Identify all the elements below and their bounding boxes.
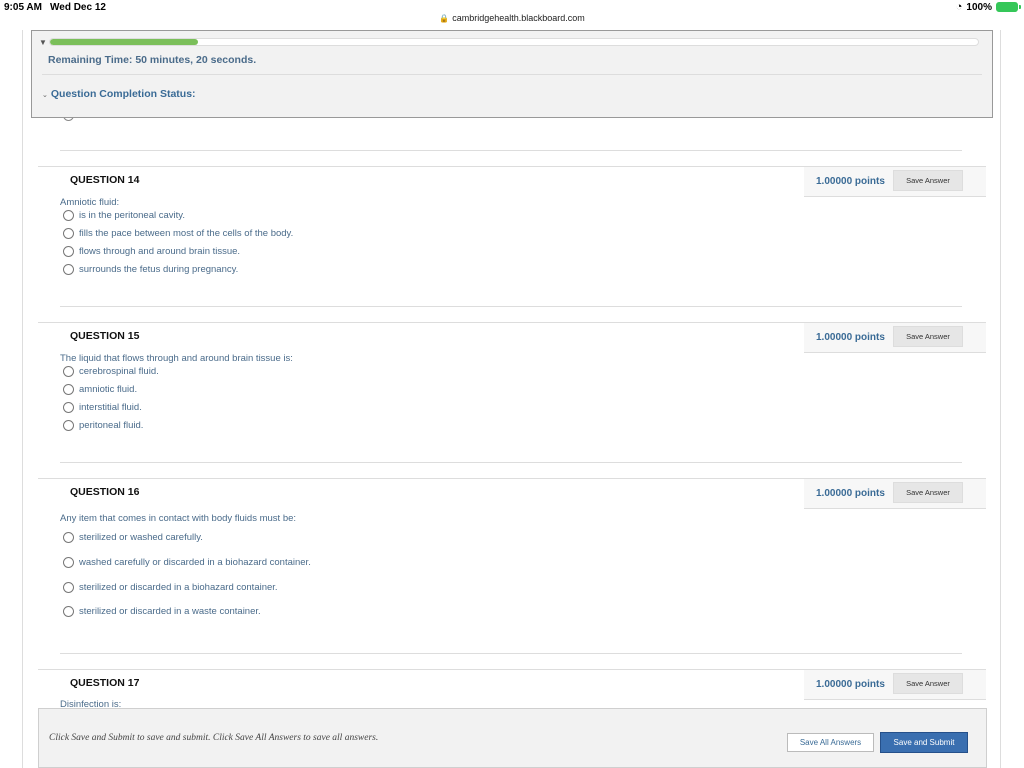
answer-label[interactable]: amniotic fluid. xyxy=(79,384,137,395)
answer-choice[interactable]: sterilized or discarded in a biohazard c… xyxy=(63,582,278,593)
answer-choice[interactable]: interstitial fluid. xyxy=(63,402,142,413)
question-text: Amniotic fluid: xyxy=(60,197,120,208)
remaining-time: Remaining Time: 50 minutes, 20 seconds. xyxy=(48,54,256,66)
wifi-icon: ◔ xyxy=(955,1,963,13)
answer-label[interactable]: interstitial fluid. xyxy=(79,402,142,413)
question-text: The liquid that flows through and around… xyxy=(60,353,293,364)
question-header: QUESTION 15 1.00000 points Save Answer xyxy=(38,322,986,353)
answer-choice[interactable]: flows through and around brain tissue. xyxy=(63,246,240,257)
question-completion-status-toggle[interactable]: ⌄ Question Completion Status: xyxy=(42,88,196,100)
answer-label[interactable]: washed carefully or discarded in a bioha… xyxy=(79,557,311,568)
question-points: 1.00000 points xyxy=(816,176,885,187)
timer-panel: ▼ Remaining Time: 50 minutes, 20 seconds… xyxy=(31,30,993,118)
time-progress-bar xyxy=(49,38,979,46)
answer-choice[interactable]: sterilized or washed carefully. xyxy=(63,532,203,543)
question-header: QUESTION 17 1.00000 points Save Answer xyxy=(38,669,986,700)
save-and-submit-button[interactable]: Save and Submit xyxy=(880,732,968,753)
status-bar: 9:05 AM Wed Dec 12 ◔ 100% xyxy=(0,0,1024,14)
question-title: QUESTION 14 xyxy=(70,174,140,186)
answer-label[interactable]: surrounds the fetus during pregnancy. xyxy=(79,264,238,275)
completion-status-label: Question Completion Status: xyxy=(50,88,196,100)
panel-divider xyxy=(42,74,982,75)
question-text: Any item that comes in contact with body… xyxy=(60,513,297,524)
answer-choice[interactable]: fills the pace between most of the cells… xyxy=(63,228,293,239)
clock-date: Wed Dec 12 xyxy=(50,2,106,13)
separator xyxy=(60,462,962,463)
radio-button[interactable] xyxy=(63,210,74,221)
answer-label[interactable]: sterilized or discarded in a biohazard c… xyxy=(79,582,278,593)
address-bar[interactable]: 🔒 cambridgehealth.blackboard.com xyxy=(0,13,1024,29)
question-title: QUESTION 15 xyxy=(70,330,140,342)
lock-icon: 🔒 xyxy=(439,14,450,23)
answer-label[interactable]: sterilized or discarded in a waste conta… xyxy=(79,606,261,617)
save-all-answers-button[interactable]: Save All Answers xyxy=(787,733,874,752)
question-block-15: QUESTION 15 1.00000 points Save Answer T… xyxy=(38,322,986,462)
radio-button[interactable] xyxy=(63,606,74,617)
save-answer-button[interactable]: Save Answer xyxy=(893,170,963,191)
radio-button[interactable] xyxy=(63,532,74,543)
radio-button[interactable] xyxy=(63,582,74,593)
question-block-14: QUESTION 14 1.00000 points Save Answer A… xyxy=(38,166,986,306)
answer-choice[interactable]: sterilized or discarded in a waste conta… xyxy=(63,606,261,617)
battery-icon xyxy=(996,2,1021,12)
answer-label[interactable]: peritoneal fluid. xyxy=(79,420,143,431)
answer-label[interactable]: sterilized or washed carefully. xyxy=(79,532,203,543)
save-answer-button[interactable]: Save Answer xyxy=(893,673,963,694)
submit-instructions: Click Save and Submit to save and submit… xyxy=(49,733,379,743)
question-title: QUESTION 17 xyxy=(70,677,140,689)
question-header: QUESTION 16 1.00000 points Save Answer xyxy=(38,478,986,509)
question-header: QUESTION 14 1.00000 points Save Answer xyxy=(38,166,986,197)
submit-footer: Click Save and Submit to save and submit… xyxy=(38,708,987,768)
question-block-16: QUESTION 16 1.00000 points Save Answer A… xyxy=(38,478,986,654)
answer-label[interactable]: flows through and around brain tissue. xyxy=(79,246,240,257)
radio-button[interactable] xyxy=(63,228,74,239)
clock-time: 9:05 AM xyxy=(4,2,42,13)
separator xyxy=(60,653,962,654)
answer-choice[interactable]: washed carefully or discarded in a bioha… xyxy=(63,557,311,568)
collapse-triangle-icon[interactable]: ▼ xyxy=(39,38,47,47)
time-progress-fill xyxy=(50,39,199,45)
separator xyxy=(60,150,962,151)
answer-label[interactable]: fills the pace between most of the cells… xyxy=(79,228,293,239)
question-block-17: QUESTION 17 1.00000 points Save Answer D… xyxy=(38,669,986,710)
radio-button[interactable] xyxy=(63,366,74,377)
question-points: 1.00000 points xyxy=(816,488,885,499)
save-answer-button[interactable]: Save Answer xyxy=(893,326,963,347)
url-text: cambridgehealth.blackboard.com xyxy=(452,13,585,23)
answer-label[interactable]: cerebrospinal fluid. xyxy=(79,366,159,377)
answer-choice[interactable]: amniotic fluid. xyxy=(63,384,137,395)
chevron-down-icon: ⌄ xyxy=(42,92,48,99)
remaining-time-value: 50 minutes, 20 seconds. xyxy=(135,54,257,66)
battery-percent: 100% xyxy=(966,1,992,13)
radio-button[interactable] xyxy=(63,384,74,395)
question-points: 1.00000 points xyxy=(816,332,885,343)
radio-button[interactable] xyxy=(63,402,74,413)
question-title: QUESTION 16 xyxy=(70,486,140,498)
radio-button[interactable] xyxy=(63,420,74,431)
question-points: 1.00000 points xyxy=(816,679,885,690)
remaining-time-label: Remaining Time: xyxy=(48,54,133,66)
answer-choice[interactable]: surrounds the fetus during pregnancy. xyxy=(63,264,238,275)
separator xyxy=(60,306,962,307)
radio-button[interactable] xyxy=(63,264,74,275)
answer-choice[interactable]: peritoneal fluid. xyxy=(63,420,143,431)
answer-choice[interactable]: cerebrospinal fluid. xyxy=(63,366,159,377)
radio-button[interactable] xyxy=(63,246,74,257)
answer-label[interactable]: is in the peritoneal cavity. xyxy=(79,210,185,221)
radio-button[interactable] xyxy=(63,557,74,568)
save-answer-button[interactable]: Save Answer xyxy=(893,482,963,503)
answer-choice[interactable]: is in the peritoneal cavity. xyxy=(63,210,185,221)
